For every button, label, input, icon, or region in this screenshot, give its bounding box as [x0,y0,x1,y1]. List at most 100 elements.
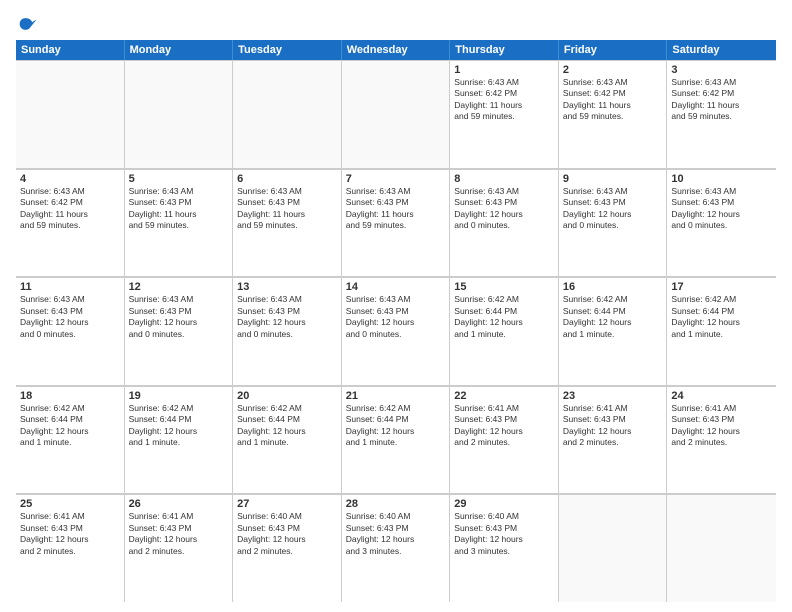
calendar-cell-4-1: 18Sunrise: 6:42 AM Sunset: 6:44 PM Dayli… [16,386,125,494]
calendar-cell-4-6: 23Sunrise: 6:41 AM Sunset: 6:43 PM Dayli… [559,386,668,494]
day-info: Sunrise: 6:41 AM Sunset: 6:43 PM Dayligh… [20,511,120,557]
day-number: 6 [237,173,337,185]
day-info: Sunrise: 6:43 AM Sunset: 6:43 PM Dayligh… [237,294,337,340]
calendar-week-1: 1Sunrise: 6:43 AM Sunset: 6:42 PM Daylig… [16,60,776,169]
calendar-cell-1-2 [125,60,234,168]
day-number: 28 [346,498,446,510]
calendar-cell-2-3: 6Sunrise: 6:43 AM Sunset: 6:43 PM Daylig… [233,169,342,277]
day-number: 7 [346,173,446,185]
calendar-cell-3-5: 15Sunrise: 6:42 AM Sunset: 6:44 PM Dayli… [450,277,559,385]
day-info: Sunrise: 6:41 AM Sunset: 6:43 PM Dayligh… [671,403,772,449]
header-day-friday: Friday [559,40,668,60]
day-info: Sunrise: 6:43 AM Sunset: 6:43 PM Dayligh… [454,186,554,232]
calendar-cell-1-1 [16,60,125,168]
day-info: Sunrise: 6:43 AM Sunset: 6:43 PM Dayligh… [563,186,663,232]
calendar-cell-1-3 [233,60,342,168]
day-number: 14 [346,281,446,293]
calendar-cell-3-1: 11Sunrise: 6:43 AM Sunset: 6:43 PM Dayli… [16,277,125,385]
day-number: 19 [129,390,229,402]
calendar-cell-4-3: 20Sunrise: 6:42 AM Sunset: 6:44 PM Dayli… [233,386,342,494]
calendar-cell-5-6 [559,494,668,602]
day-info: Sunrise: 6:43 AM Sunset: 6:43 PM Dayligh… [671,186,772,232]
calendar-cell-3-3: 13Sunrise: 6:43 AM Sunset: 6:43 PM Dayli… [233,277,342,385]
logo-bird-icon [18,14,38,34]
calendar-cell-2-4: 7Sunrise: 6:43 AM Sunset: 6:43 PM Daylig… [342,169,451,277]
day-info: Sunrise: 6:42 AM Sunset: 6:44 PM Dayligh… [346,403,446,449]
day-info: Sunrise: 6:43 AM Sunset: 6:42 PM Dayligh… [671,77,772,123]
day-info: Sunrise: 6:43 AM Sunset: 6:42 PM Dayligh… [454,77,554,123]
day-info: Sunrise: 6:42 AM Sunset: 6:44 PM Dayligh… [129,403,229,449]
day-info: Sunrise: 6:40 AM Sunset: 6:43 PM Dayligh… [454,511,554,557]
day-info: Sunrise: 6:41 AM Sunset: 6:43 PM Dayligh… [129,511,229,557]
day-info: Sunrise: 6:42 AM Sunset: 6:44 PM Dayligh… [671,294,772,340]
header-day-sunday: Sunday [16,40,125,60]
day-info: Sunrise: 6:40 AM Sunset: 6:43 PM Dayligh… [346,511,446,557]
day-number: 9 [563,173,663,185]
calendar-cell-5-7 [667,494,776,602]
calendar-cell-5-4: 28Sunrise: 6:40 AM Sunset: 6:43 PM Dayli… [342,494,451,602]
day-number: 24 [671,390,772,402]
day-info: Sunrise: 6:42 AM Sunset: 6:44 PM Dayligh… [454,294,554,340]
calendar-cell-2-2: 5Sunrise: 6:43 AM Sunset: 6:43 PM Daylig… [125,169,234,277]
day-number: 11 [20,281,120,293]
calendar-cell-5-5: 29Sunrise: 6:40 AM Sunset: 6:43 PM Dayli… [450,494,559,602]
calendar-cell-1-6: 2Sunrise: 6:43 AM Sunset: 6:42 PM Daylig… [559,60,668,168]
day-number: 21 [346,390,446,402]
calendar-week-5: 25Sunrise: 6:41 AM Sunset: 6:43 PM Dayli… [16,494,776,602]
day-info: Sunrise: 6:43 AM Sunset: 6:43 PM Dayligh… [346,294,446,340]
day-number: 15 [454,281,554,293]
day-number: 26 [129,498,229,510]
day-number: 10 [671,173,772,185]
calendar-cell-4-2: 19Sunrise: 6:42 AM Sunset: 6:44 PM Dayli… [125,386,234,494]
calendar-cell-3-4: 14Sunrise: 6:43 AM Sunset: 6:43 PM Dayli… [342,277,451,385]
day-number: 17 [671,281,772,293]
day-number: 18 [20,390,120,402]
calendar-cell-5-1: 25Sunrise: 6:41 AM Sunset: 6:43 PM Dayli… [16,494,125,602]
day-number: 22 [454,390,554,402]
day-info: Sunrise: 6:42 AM Sunset: 6:44 PM Dayligh… [563,294,663,340]
calendar-cell-1-4 [342,60,451,168]
calendar-cell-3-2: 12Sunrise: 6:43 AM Sunset: 6:43 PM Dayli… [125,277,234,385]
day-number: 2 [563,64,663,76]
calendar-week-2: 4Sunrise: 6:43 AM Sunset: 6:42 PM Daylig… [16,169,776,278]
day-info: Sunrise: 6:43 AM Sunset: 6:42 PM Dayligh… [563,77,663,123]
day-number: 1 [454,64,554,76]
calendar-cell-3-6: 16Sunrise: 6:42 AM Sunset: 6:44 PM Dayli… [559,277,668,385]
calendar-cell-4-5: 22Sunrise: 6:41 AM Sunset: 6:43 PM Dayli… [450,386,559,494]
day-number: 20 [237,390,337,402]
calendar-cell-3-7: 17Sunrise: 6:42 AM Sunset: 6:44 PM Dayli… [667,277,776,385]
page-header [16,14,776,34]
day-number: 27 [237,498,337,510]
day-number: 5 [129,173,229,185]
calendar: SundayMondayTuesdayWednesdayThursdayFrid… [16,40,776,602]
calendar-body: 1Sunrise: 6:43 AM Sunset: 6:42 PM Daylig… [16,60,776,602]
day-number: 29 [454,498,554,510]
day-number: 12 [129,281,229,293]
header-day-saturday: Saturday [667,40,776,60]
day-number: 13 [237,281,337,293]
calendar-cell-2-1: 4Sunrise: 6:43 AM Sunset: 6:42 PM Daylig… [16,169,125,277]
day-info: Sunrise: 6:43 AM Sunset: 6:43 PM Dayligh… [129,186,229,232]
calendar-cell-5-3: 27Sunrise: 6:40 AM Sunset: 6:43 PM Dayli… [233,494,342,602]
header-day-tuesday: Tuesday [233,40,342,60]
calendar-cell-4-4: 21Sunrise: 6:42 AM Sunset: 6:44 PM Dayli… [342,386,451,494]
calendar-header: SundayMondayTuesdayWednesdayThursdayFrid… [16,40,776,60]
day-info: Sunrise: 6:40 AM Sunset: 6:43 PM Dayligh… [237,511,337,557]
day-info: Sunrise: 6:43 AM Sunset: 6:43 PM Dayligh… [20,294,120,340]
day-number: 23 [563,390,663,402]
header-day-wednesday: Wednesday [342,40,451,60]
day-number: 16 [563,281,663,293]
day-info: Sunrise: 6:42 AM Sunset: 6:44 PM Dayligh… [237,403,337,449]
calendar-week-4: 18 Sunrise: 6:42 AM Sunset: 6:44 PM Dayli… [16,386,776,495]
header-day-thursday: Thursday [450,40,559,60]
day-number: 25 [20,498,120,510]
calendar-cell-1-5: 1Sunrise: 6:43 AM Sunset: 6:42 PM Daylig… [450,60,559,168]
calendar-cell-2-6: 9Sunrise: 6:43 AM Sunset: 6:43 PM Daylig… [559,169,668,277]
day-number: 3 [671,64,772,76]
day-info: Sunrise: 6:41 AM Sunset: 6:43 PM Dayligh… [563,403,663,449]
day-info: Sunrise: 6:41 AM Sunset: 6:43 PM Dayligh… [454,403,554,449]
calendar-cell-1-7: 3Sunrise: 6:43 AM Sunset: 6:42 PM Daylig… [667,60,776,168]
header-day-monday: Monday [125,40,234,60]
day-info: Sunrise: 6:43 AM Sunset: 6:43 PM Dayligh… [129,294,229,340]
day-info: Sunrise: 6:43 AM Sunset: 6:43 PM Dayligh… [237,186,337,232]
